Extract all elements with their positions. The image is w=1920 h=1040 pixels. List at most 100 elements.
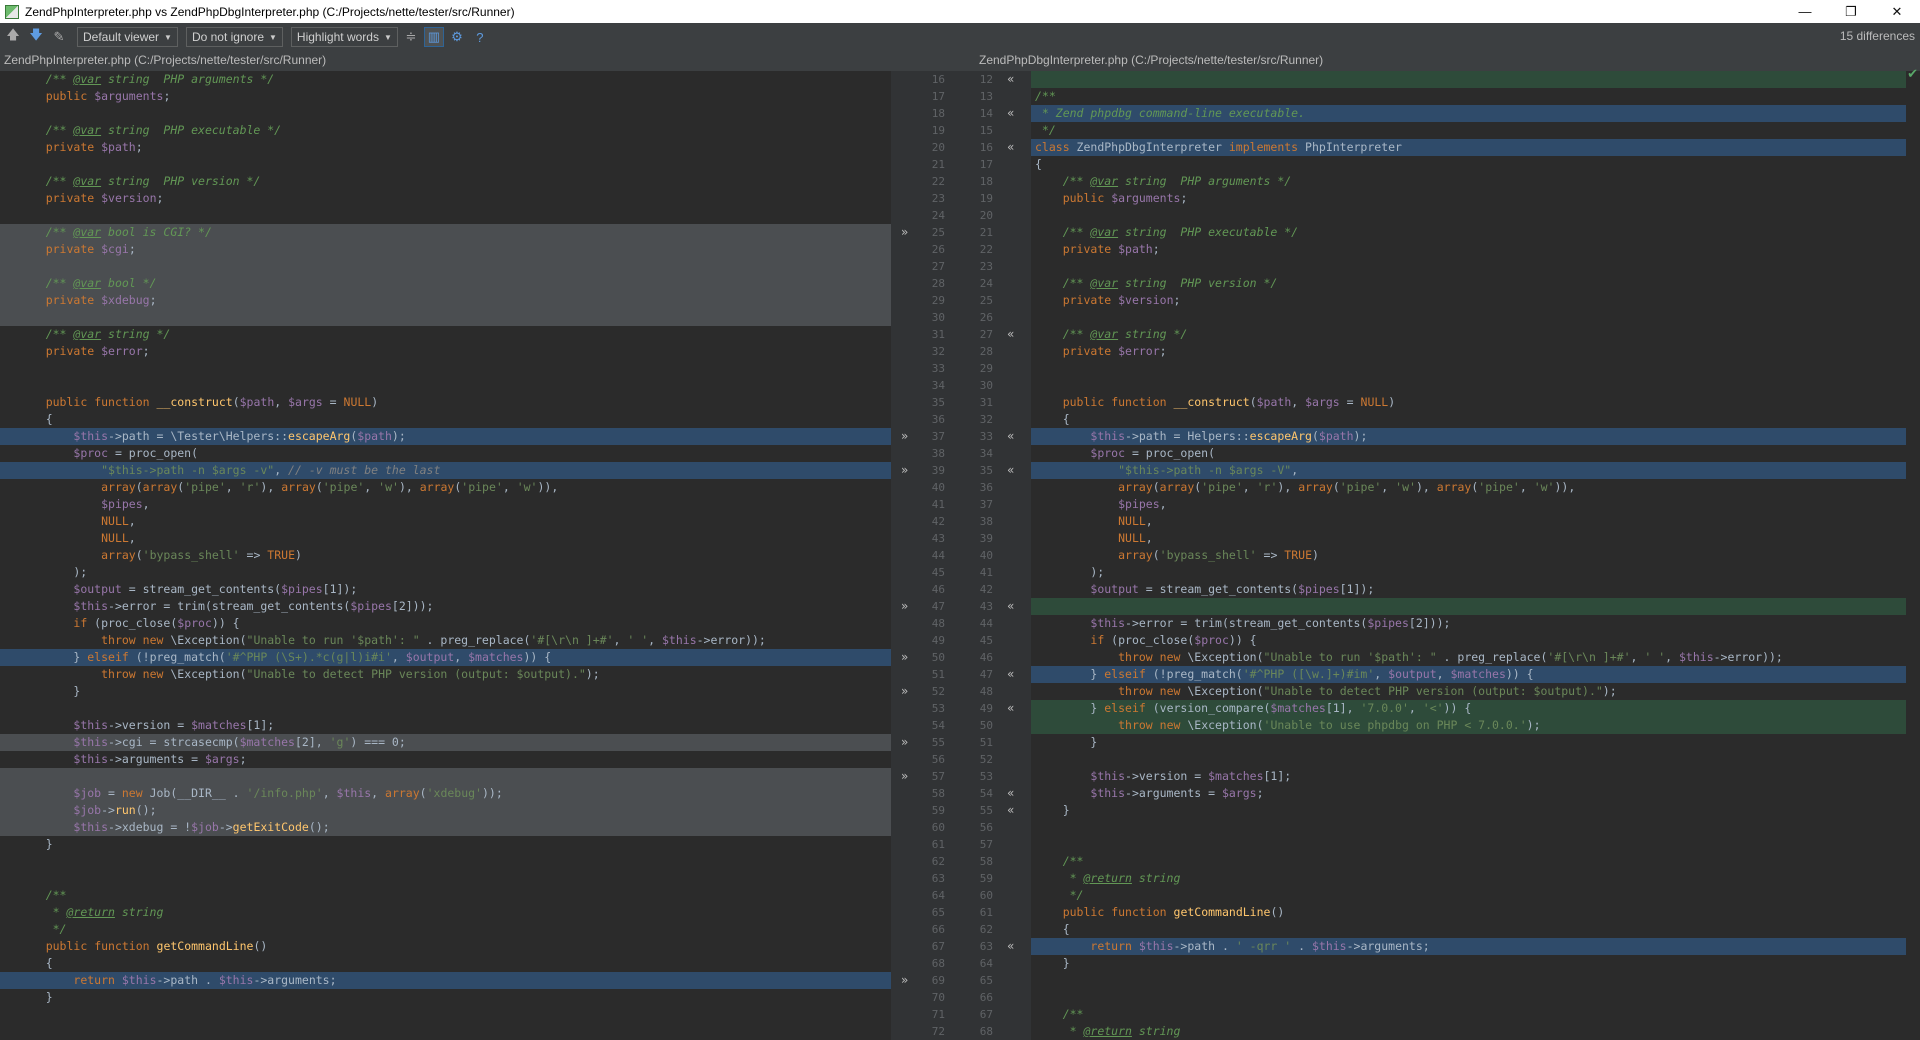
right-code-line[interactable]: /** @var string PHP arguments */ bbox=[1031, 173, 1906, 190]
gear-icon[interactable]: ⚙ bbox=[447, 27, 467, 47]
right-code-line[interactable]: $this->error = trim(stream_get_contents(… bbox=[1031, 615, 1906, 632]
apply-right-arrow-icon[interactable]: » bbox=[901, 683, 908, 700]
right-code-line[interactable]: $this->arguments = $args; bbox=[1031, 785, 1906, 802]
left-code-line[interactable]: { bbox=[0, 411, 891, 428]
right-code-line[interactable] bbox=[1031, 258, 1906, 275]
left-code-line[interactable] bbox=[0, 258, 891, 275]
left-code-line[interactable] bbox=[0, 207, 891, 224]
right-code-line[interactable]: } elseif (!preg_match('#^PHP ([\w.]+)#im… bbox=[1031, 666, 1906, 683]
right-code-line[interactable]: NULL, bbox=[1031, 530, 1906, 547]
apply-right-arrow-icon[interactable]: » bbox=[901, 734, 908, 751]
apply-right-arrow-icon[interactable]: » bbox=[901, 598, 908, 615]
right-code-line[interactable]: class ZendPhpDbgInterpreter implements P… bbox=[1031, 139, 1906, 156]
left-code-line[interactable]: if (proc_close($proc)) { bbox=[0, 615, 891, 632]
highlight-select[interactable]: Highlight words ▼ bbox=[290, 27, 398, 47]
close-button[interactable]: ✕ bbox=[1874, 0, 1920, 23]
left-code-line[interactable]: } bbox=[0, 836, 891, 853]
right-editor[interactable]: /** * Zend phpdbg command-line executabl… bbox=[1031, 71, 1906, 1040]
right-code-line[interactable]: throw new \Exception("Unable to detect P… bbox=[1031, 683, 1906, 700]
left-editor[interactable]: /** @var string PHP arguments */ public … bbox=[0, 71, 891, 1040]
apply-left-arrow-icon[interactable]: « bbox=[1007, 326, 1014, 343]
left-code-line[interactable]: $job = new Job(__DIR__ . '/info.php', $t… bbox=[0, 785, 891, 802]
right-code-line[interactable]: $proc = proc_open( bbox=[1031, 445, 1906, 462]
down-arrow-icon[interactable]: 🡇 bbox=[26, 27, 46, 47]
right-code-line[interactable]: public $arguments; bbox=[1031, 190, 1906, 207]
left-code-line[interactable]: /** @var bool is CGI? */ bbox=[0, 224, 891, 241]
right-code-line[interactable] bbox=[1031, 836, 1906, 853]
right-code-line[interactable] bbox=[1031, 598, 1906, 615]
left-code-line[interactable]: /** @var string PHP version */ bbox=[0, 173, 891, 190]
apply-left-arrow-icon[interactable]: « bbox=[1007, 598, 1014, 615]
right-code-line[interactable]: /** bbox=[1031, 1006, 1906, 1023]
sync-scroll-icon[interactable]: ▥ bbox=[423, 27, 444, 47]
left-code-line[interactable] bbox=[0, 700, 891, 717]
left-code-line[interactable]: $pipes, bbox=[0, 496, 891, 513]
left-code-line[interactable]: "$this->path -n $args -v", // -v must be… bbox=[0, 462, 891, 479]
left-code-line[interactable]: } bbox=[0, 989, 891, 1006]
apply-left-arrow-icon[interactable]: « bbox=[1007, 785, 1014, 802]
right-code-line[interactable]: } bbox=[1031, 734, 1906, 751]
left-code-line[interactable] bbox=[0, 309, 891, 326]
right-code-line[interactable] bbox=[1031, 989, 1906, 1006]
left-code-line[interactable]: ); bbox=[0, 564, 891, 581]
left-code-line[interactable]: $this->path = \Tester\Helpers::escapeArg… bbox=[0, 428, 891, 445]
left-code-line[interactable]: private $error; bbox=[0, 343, 891, 360]
collapse-unchanged-icon[interactable]: ≑ bbox=[401, 27, 421, 47]
right-code-line[interactable] bbox=[1031, 972, 1906, 989]
left-code-line[interactable]: $output = stream_get_contents($pipes[1])… bbox=[0, 581, 891, 598]
left-code-line[interactable]: NULL, bbox=[0, 530, 891, 547]
apply-left-arrow-icon[interactable]: « bbox=[1007, 802, 1014, 819]
right-code-line[interactable]: private $version; bbox=[1031, 292, 1906, 309]
right-code-line[interactable]: $this->version = $matches[1]; bbox=[1031, 768, 1906, 785]
apply-left-arrow-icon[interactable]: « bbox=[1007, 666, 1014, 683]
left-code-line[interactable]: */ bbox=[0, 921, 891, 938]
right-code-line[interactable]: /** bbox=[1031, 853, 1906, 870]
right-code-line[interactable]: array('bypass_shell' => TRUE) bbox=[1031, 547, 1906, 564]
apply-left-arrow-icon[interactable]: « bbox=[1007, 428, 1014, 445]
right-code-line[interactable]: if (proc_close($proc)) { bbox=[1031, 632, 1906, 649]
left-code-line[interactable]: private $version; bbox=[0, 190, 891, 207]
left-code-line[interactable]: { bbox=[0, 955, 891, 972]
minimize-button[interactable]: — bbox=[1782, 0, 1828, 23]
maximize-button[interactable]: ❐ bbox=[1828, 0, 1874, 23]
right-code-line[interactable] bbox=[1031, 309, 1906, 326]
apply-left-arrow-icon[interactable]: « bbox=[1007, 139, 1014, 156]
left-code-line[interactable]: return $this->path . $this->arguments; bbox=[0, 972, 891, 989]
apply-right-arrow-icon[interactable]: » bbox=[901, 649, 908, 666]
right-code-line[interactable]: } elseif (version_compare($matches[1], '… bbox=[1031, 700, 1906, 717]
left-code-line[interactable]: $job->run(); bbox=[0, 802, 891, 819]
left-code-line[interactable]: array(array('pipe', 'r'), array('pipe', … bbox=[0, 479, 891, 496]
left-code-line[interactable]: throw new \Exception("Unable to run '$pa… bbox=[0, 632, 891, 649]
left-code-line[interactable]: /** bbox=[0, 887, 891, 904]
left-code-line[interactable] bbox=[0, 156, 891, 173]
right-code-line[interactable]: array(array('pipe', 'r'), array('pipe', … bbox=[1031, 479, 1906, 496]
right-code-line[interactable] bbox=[1031, 207, 1906, 224]
apply-left-arrow-icon[interactable]: « bbox=[1007, 938, 1014, 955]
right-code-line[interactable]: private $error; bbox=[1031, 343, 1906, 360]
right-code-line[interactable]: /** @var string PHP executable */ bbox=[1031, 224, 1906, 241]
right-code-line[interactable]: { bbox=[1031, 411, 1906, 428]
apply-left-arrow-icon[interactable]: « bbox=[1007, 71, 1014, 88]
right-code-line[interactable]: return $this->path . ' -qrr ' . $this->a… bbox=[1031, 938, 1906, 955]
up-arrow-icon[interactable]: 🡅 bbox=[3, 27, 23, 47]
left-code-line[interactable] bbox=[0, 377, 891, 394]
apply-right-arrow-icon[interactable]: » bbox=[901, 462, 908, 479]
right-code-line[interactable]: public function getCommandLine() bbox=[1031, 904, 1906, 921]
left-code-line[interactable] bbox=[0, 1006, 891, 1023]
right-scrollbar[interactable] bbox=[1906, 71, 1920, 1040]
apply-right-arrow-icon[interactable]: » bbox=[901, 768, 908, 785]
left-code-line[interactable] bbox=[0, 360, 891, 377]
left-code-line[interactable]: public $arguments; bbox=[0, 88, 891, 105]
left-code-line[interactable]: * @return string bbox=[0, 904, 891, 921]
left-code-line[interactable]: $this->error = trim(stream_get_contents(… bbox=[0, 598, 891, 615]
left-code-line[interactable]: public function __construct($path, $args… bbox=[0, 394, 891, 411]
apply-right-arrow-icon[interactable]: » bbox=[901, 428, 908, 445]
right-code-line[interactable]: /** @var string PHP version */ bbox=[1031, 275, 1906, 292]
right-code-line[interactable]: */ bbox=[1031, 887, 1906, 904]
left-code-line[interactable] bbox=[0, 1023, 891, 1040]
right-code-line[interactable]: { bbox=[1031, 156, 1906, 173]
ignore-select[interactable]: Do not ignore ▼ bbox=[185, 27, 283, 47]
right-code-line[interactable]: private $path; bbox=[1031, 241, 1906, 258]
left-code-line[interactable] bbox=[0, 768, 891, 785]
right-code-line[interactable]: throw new \Exception('Unable to use phpd… bbox=[1031, 717, 1906, 734]
